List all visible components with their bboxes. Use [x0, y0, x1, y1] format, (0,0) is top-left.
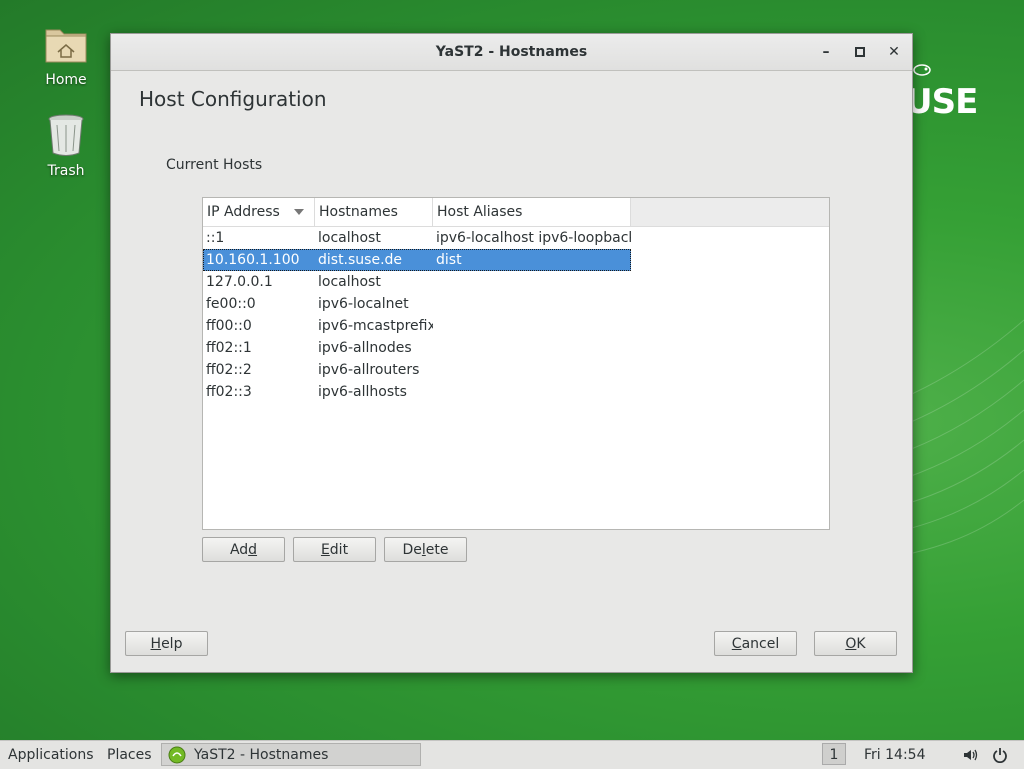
- desktop-trash-icon[interactable]: Trash: [31, 111, 101, 179]
- host-aliases-cell: [433, 337, 631, 359]
- hostnames-cell: ipv6-localnet: [318, 296, 409, 312]
- hostnames-cell: ipv6-allrouters: [318, 362, 420, 378]
- button-label: De: [402, 542, 422, 558]
- sort-down-icon: [294, 209, 304, 215]
- button-mnemonic: E: [320, 542, 330, 558]
- desktop-trash-label: Trash: [47, 163, 85, 179]
- places-menu[interactable]: Places: [107, 741, 152, 769]
- window-title: YaST2 - Hostnames: [435, 44, 588, 60]
- page-title: Host Configuration: [139, 87, 327, 111]
- taskbar: Applications Places YaST2 - Hostnames 1 …: [0, 740, 1024, 769]
- table-row-cells: 127.0.0.1 localhost: [203, 271, 631, 293]
- host-aliases-cell: [433, 359, 631, 381]
- power-icon[interactable]: [992, 747, 1008, 763]
- hosts-table[interactable]: IP Address Hostnames Host Aliases ::1loc…: [202, 197, 830, 530]
- table-row-cells: ff02::2 ipv6-allrouters: [203, 359, 631, 381]
- table-row[interactable]: 127.0.0.1 localhost: [203, 271, 829, 293]
- button-mnemonic: H: [150, 636, 162, 652]
- column-header-label: Hostnames: [319, 204, 398, 220]
- trash-can-icon: [48, 114, 84, 156]
- clock[interactable]: Fri 14:54: [864, 741, 925, 769]
- section-label: Current Hosts: [166, 157, 263, 173]
- column-header-aliases[interactable]: Host Aliases: [433, 198, 631, 226]
- hostnames-cell: ipv6-mcastprefix: [318, 318, 433, 334]
- ip-address-cell: 10.160.1.100: [206, 252, 300, 268]
- ip-address-cell: ff02::1: [206, 340, 252, 356]
- hostnames-cell: localhost: [318, 274, 381, 290]
- table-row-cells: ff02::1 ipv6-allnodes: [203, 337, 631, 359]
- ok-button[interactable]: OK: [814, 631, 897, 656]
- table-row-cells: ff00::0 ipv6-mcastprefix: [203, 315, 631, 337]
- button-label: Ad: [229, 542, 249, 558]
- table-row-cells: fe00::0 ipv6-localnet: [203, 293, 631, 315]
- applications-menu[interactable]: Applications: [8, 741, 94, 769]
- hostnames-cell: localhost: [318, 230, 381, 246]
- button-label: elp: [161, 636, 183, 652]
- column-header-label: Host Aliases: [437, 204, 523, 220]
- host-aliases-cell: ipv6-localhost ipv6-loopback: [436, 230, 631, 246]
- maximize-button[interactable]: [851, 43, 869, 61]
- ip-address-cell: ff02::2: [206, 362, 252, 378]
- yast-hostnames-window: YaST2 - Hostnames – ✕ Host Configuration…: [110, 33, 913, 673]
- button-mnemonic: d: [248, 542, 258, 558]
- table-row[interactable]: fe00::0 ipv6-localnet: [203, 293, 829, 315]
- table-row-cells: 10.160.1.100 dist.suse.de dist: [203, 249, 631, 271]
- add-button[interactable]: Add: [202, 537, 285, 562]
- host-aliases-cell: [433, 315, 631, 337]
- suse-chameleon-icon: [913, 64, 931, 76]
- window-titlebar[interactable]: YaST2 - Hostnames – ✕: [111, 34, 912, 71]
- maximize-icon: [855, 47, 865, 57]
- yast-icon: [168, 746, 186, 764]
- button-mnemonic: O: [845, 636, 857, 652]
- table-row[interactable]: 10.160.1.100 dist.suse.de dist: [203, 249, 829, 271]
- delete-button[interactable]: Delete: [384, 537, 467, 562]
- volume-icon[interactable]: [962, 747, 978, 763]
- taskbar-window-label: YaST2 - Hostnames: [194, 747, 329, 763]
- host-aliases-cell: [433, 271, 631, 293]
- button-mnemonic: C: [731, 636, 742, 652]
- host-aliases-cell: [433, 293, 631, 315]
- table-row[interactable]: ::1 localhost ipv6-localhost ipv6-loopback: [203, 227, 829, 249]
- column-header-label: IP Address: [207, 204, 280, 220]
- folder-home-icon: [45, 29, 87, 63]
- column-header-filler: [631, 198, 829, 226]
- help-button[interactable]: Help: [125, 631, 208, 656]
- workspace-indicator[interactable]: 1: [822, 743, 846, 765]
- desktop-home-icon[interactable]: Home: [31, 20, 101, 88]
- close-button[interactable]: ✕: [885, 43, 903, 61]
- edit-button[interactable]: Edit: [293, 537, 376, 562]
- table-body: ::1 localhost ipv6-localhost ipv6-loopback…: [203, 227, 829, 403]
- cancel-button[interactable]: Cancel: [714, 631, 797, 656]
- ip-address-cell: 127.0.0.1: [206, 274, 273, 290]
- table-row-cells: ff02::3 ipv6-allhosts: [203, 381, 631, 403]
- table-row[interactable]: ff02::3 ipv6-allhosts: [203, 381, 829, 403]
- ip-address-cell: ff00::0: [206, 318, 252, 334]
- column-header-hostnames[interactable]: Hostnames: [315, 198, 433, 226]
- minimize-button[interactable]: –: [817, 43, 835, 61]
- table-header: IP Address Hostnames Host Aliases: [203, 198, 829, 227]
- suse-logo: USE: [905, 82, 978, 122]
- button-label: ancel: [741, 636, 780, 652]
- desktop-home-label: Home: [45, 72, 87, 88]
- button-label: K: [856, 636, 866, 652]
- column-header-ip[interactable]: IP Address: [203, 198, 315, 226]
- taskbar-window-button[interactable]: YaST2 - Hostnames: [161, 743, 421, 766]
- table-row[interactable]: ff00::0 ipv6-mcastprefix: [203, 315, 829, 337]
- table-row[interactable]: ff02::1 ipv6-allnodes: [203, 337, 829, 359]
- button-label: dit: [329, 542, 349, 558]
- hostnames-cell: ipv6-allnodes: [318, 340, 412, 356]
- hostnames-cell: dist.suse.de: [318, 252, 403, 268]
- host-aliases-cell: dist: [436, 252, 462, 268]
- table-row-cells: ::1 localhost ipv6-localhost ipv6-loopback: [203, 227, 631, 249]
- hostnames-cell: ipv6-allhosts: [318, 384, 407, 400]
- ip-address-cell: ff02::3: [206, 384, 252, 400]
- button-label: ete: [425, 542, 449, 558]
- ip-address-cell: ::1: [206, 230, 225, 246]
- host-aliases-cell: [433, 381, 631, 403]
- table-row[interactable]: ff02::2 ipv6-allrouters: [203, 359, 829, 381]
- ip-address-cell: fe00::0: [206, 296, 256, 312]
